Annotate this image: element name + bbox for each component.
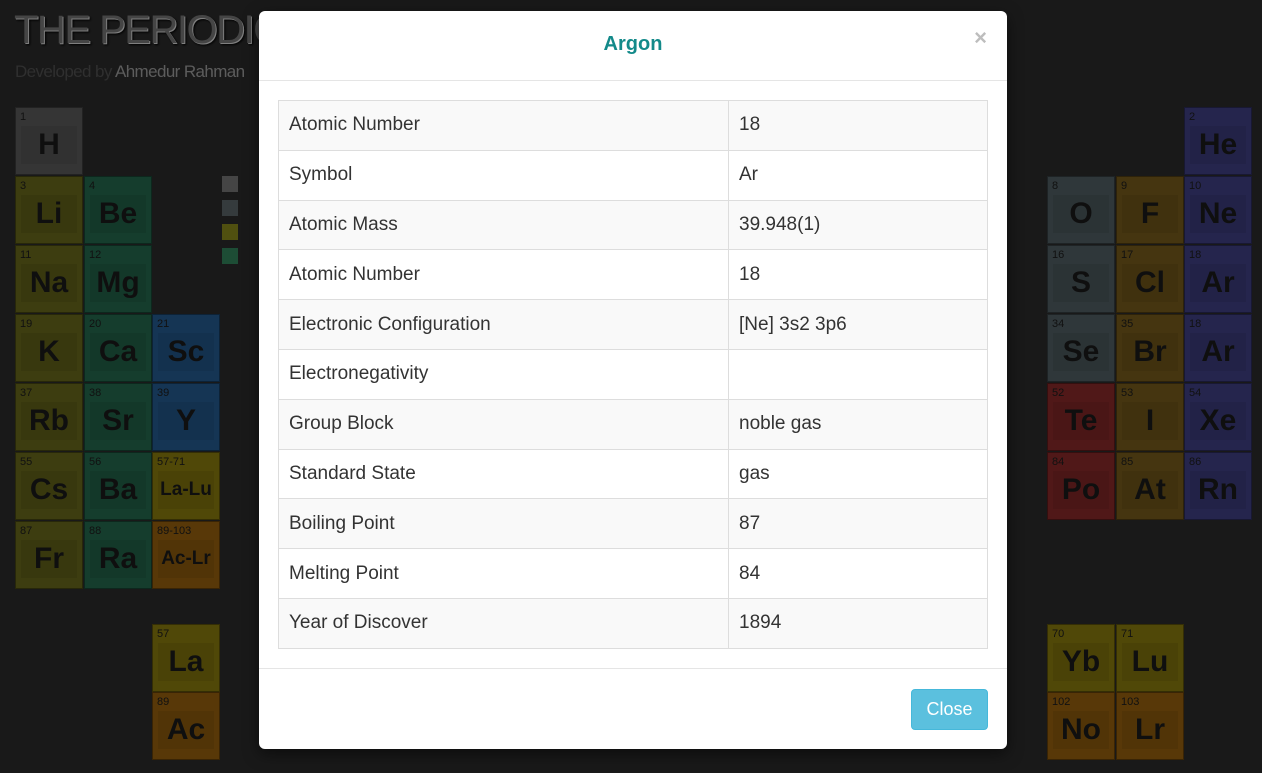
- table-row: Year of Discover 1894: [278, 597, 988, 649]
- table-row: Standard State gas: [278, 448, 988, 500]
- property-label: Atomic Number: [278, 100, 729, 151]
- table-row: Melting Point 84: [278, 548, 988, 599]
- property-label: Electronegativity: [278, 348, 729, 400]
- element-detail-modal: Argon × Atomic Number 18 Symbol Ar Atomic Ma…: [259, 11, 1007, 749]
- close-icon[interactable]: ×: [974, 25, 987, 51]
- property-label: Symbol: [278, 149, 729, 201]
- table-row: Electronegativity: [278, 348, 988, 400]
- table-row: Group Block noble gas: [278, 398, 988, 450]
- property-value: 39.948(1): [728, 199, 988, 251]
- property-label: Atomic Number: [278, 249, 729, 301]
- property-label: Standard State: [278, 448, 729, 500]
- property-value: [728, 348, 988, 400]
- element-properties-table: Atomic Number 18 Symbol Ar Atomic Mass 39.948…: [278, 100, 988, 649]
- property-value: 18: [728, 100, 988, 151]
- modal-title: Argon: [603, 33, 663, 55]
- modal-body: Atomic Number 18 Symbol Ar Atomic Mass 39.948…: [259, 81, 1007, 649]
- property-value: 87: [728, 498, 988, 550]
- property-value: noble gas: [728, 398, 988, 450]
- property-value: 1894: [728, 597, 988, 649]
- property-label: Electronic Configuration: [278, 299, 729, 350]
- modal-header: Argon ×: [259, 11, 1007, 81]
- property-value: Ar: [728, 149, 988, 201]
- table-row: Atomic Mass 39.948(1): [278, 199, 988, 251]
- property-label: Melting Point: [278, 548, 729, 599]
- property-label: Group Block: [278, 398, 729, 450]
- close-button[interactable]: Close: [911, 689, 988, 730]
- table-row: Symbol Ar: [278, 149, 988, 201]
- table-row: Boiling Point 87: [278, 498, 988, 550]
- property-value: [Ne] 3s2 3p6: [728, 299, 988, 350]
- property-value: gas: [728, 448, 988, 500]
- property-label: Year of Discover: [278, 597, 729, 649]
- property-value: 84: [728, 548, 988, 599]
- table-row: Atomic Number 18: [278, 249, 988, 301]
- modal-footer: Close: [259, 668, 1007, 749]
- property-value: 18: [728, 249, 988, 301]
- table-row: Atomic Number 18: [278, 100, 988, 151]
- property-label: Atomic Mass: [278, 199, 729, 251]
- property-label: Boiling Point: [278, 498, 729, 550]
- table-row: Electronic Configuration [Ne] 3s2 3p6: [278, 299, 988, 350]
